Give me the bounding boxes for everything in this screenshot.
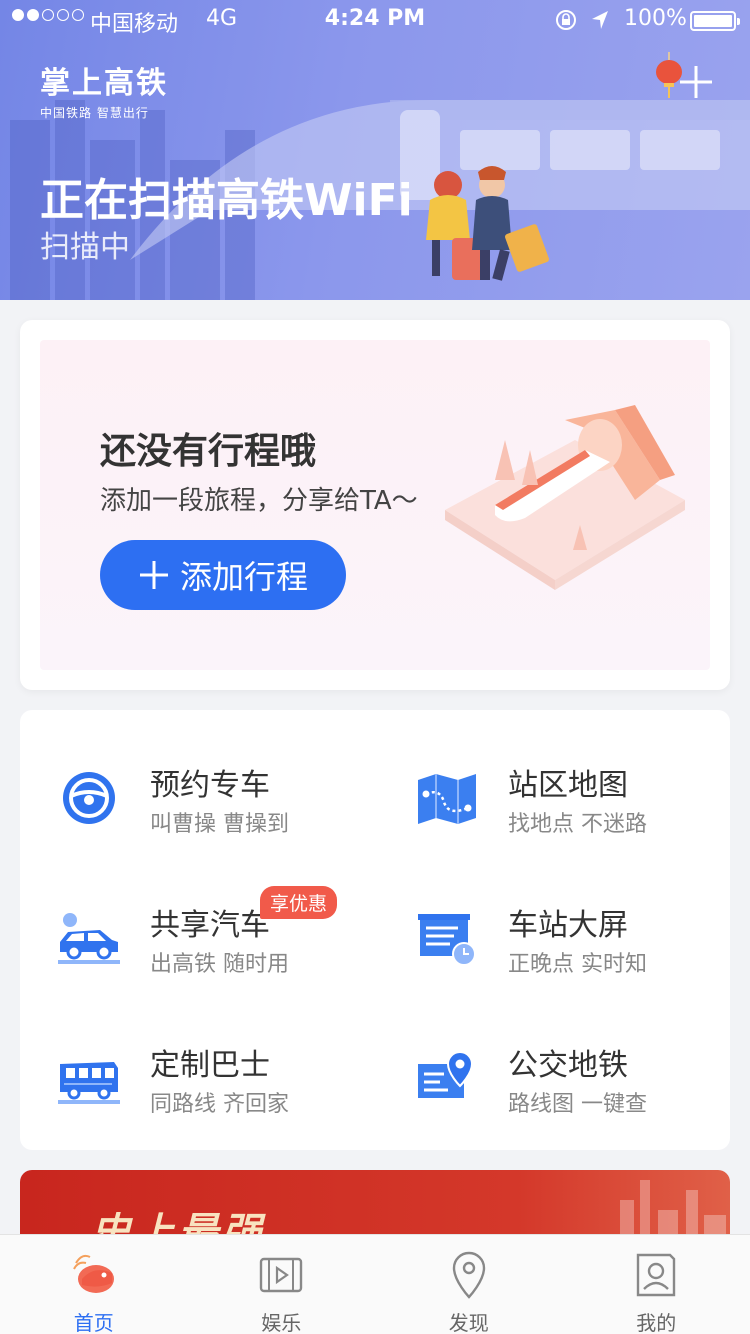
train-tunnel-illustration: [445, 405, 685, 590]
steering-wheel-icon: [63, 772, 115, 824]
map-icon: [418, 774, 476, 824]
trip-card: 还没有行程哦 添加一段旅程，分享给TA～ 添加行程: [20, 320, 730, 690]
service-title: 站区地图: [508, 768, 628, 803]
service-desc: 找地点 不迷路: [508, 812, 647, 837]
brand-name: 掌上高铁: [40, 66, 168, 101]
tab-label: 娱乐: [261, 1311, 302, 1334]
service-desc: 叫曹操 曹操到: [150, 812, 289, 837]
location-arrow-icon: [592, 11, 608, 29]
service-station-map[interactable]: 站区地图 找地点 不迷路: [378, 750, 708, 850]
departure-board-icon: [418, 914, 476, 966]
video-icon: [260, 1257, 303, 1293]
brand-slogan: 中国铁路 智慧出行: [40, 106, 149, 120]
service-station-board[interactable]: 车站大屏 正晚点 实时知: [378, 890, 708, 990]
location-icon: [452, 1251, 485, 1299]
profile-icon: [637, 1253, 676, 1297]
service-custom-bus[interactable]: 定制巴士 同路线 齐回家: [20, 1030, 350, 1130]
service-title: 定制巴士: [150, 1048, 270, 1083]
status-bar: 中国移动 4G 4:24 PM 100%: [0, 0, 750, 40]
service-desc: 正晚点 实时知: [508, 952, 647, 977]
tab-entertainment[interactable]: 娱乐: [188, 1235, 376, 1334]
add-trip-button[interactable]: 添加行程: [100, 540, 346, 610]
header-banner: 中国移动 4G 4:24 PM 100% 掌上高铁 中国铁路 智慧出行 正在扫描…: [0, 0, 750, 300]
add-plus-button[interactable]: [676, 62, 716, 102]
services-grid: 预约专车 叫曹操 曹操到 站区地图 找地点 不迷路 共享汽车 出高铁 随时用 享…: [20, 710, 730, 1150]
service-desc: 出高铁 随时用: [150, 952, 289, 977]
trip-empty-state: 还没有行程哦 添加一段旅程，分享给TA～ 添加行程: [40, 340, 710, 670]
battery-percentage: 100%: [624, 6, 687, 31]
service-shared-car[interactable]: 共享汽车 出高铁 随时用 享优惠: [20, 886, 350, 990]
plus-icon: [139, 561, 168, 589]
tab-label: 发现: [448, 1311, 489, 1334]
tab-label: 首页: [73, 1311, 114, 1334]
tab-profile[interactable]: 我的: [563, 1235, 750, 1334]
bottom-tab-bar: 首页 娱乐 发现 我的: [0, 1234, 750, 1334]
brand-logo: 掌上高铁 中国铁路 智慧出行: [40, 58, 168, 121]
add-trip-label: 添加行程: [179, 558, 308, 596]
car-icon: [58, 913, 120, 964]
battery-icon: [690, 11, 740, 31]
service-desc: 路线图 一键查: [508, 1092, 647, 1117]
service-desc: 同路线 齐回家: [150, 1092, 289, 1117]
trip-empty-title: 还没有行程哦: [100, 431, 317, 472]
rotation-lock-icon: [556, 10, 576, 30]
service-title: 共享汽车: [150, 908, 270, 943]
promo-badge: 享优惠: [260, 886, 338, 919]
tab-label: 我的: [636, 1311, 677, 1334]
home-icon: [72, 1254, 114, 1293]
service-title: 预约专车: [150, 768, 270, 803]
service-title: 车站大屏: [508, 908, 628, 943]
service-transit[interactable]: 公交地铁 路线图 一键查: [378, 1030, 708, 1130]
trip-empty-desc: 添加一段旅程，分享给TA～: [100, 486, 418, 516]
bus-icon: [58, 1062, 120, 1104]
transit-map-pin-icon: [418, 1050, 474, 1098]
wifi-scan-title: 正在扫描高铁WiFi: [40, 175, 413, 226]
tab-home[interactable]: 首页: [0, 1235, 188, 1334]
wifi-scan-status: 扫描中: [40, 230, 130, 265]
tab-discover[interactable]: 发现: [375, 1235, 563, 1334]
service-book-car[interactable]: 预约专车 叫曹操 曹操到: [20, 750, 350, 850]
service-title: 公交地铁: [508, 1048, 628, 1083]
